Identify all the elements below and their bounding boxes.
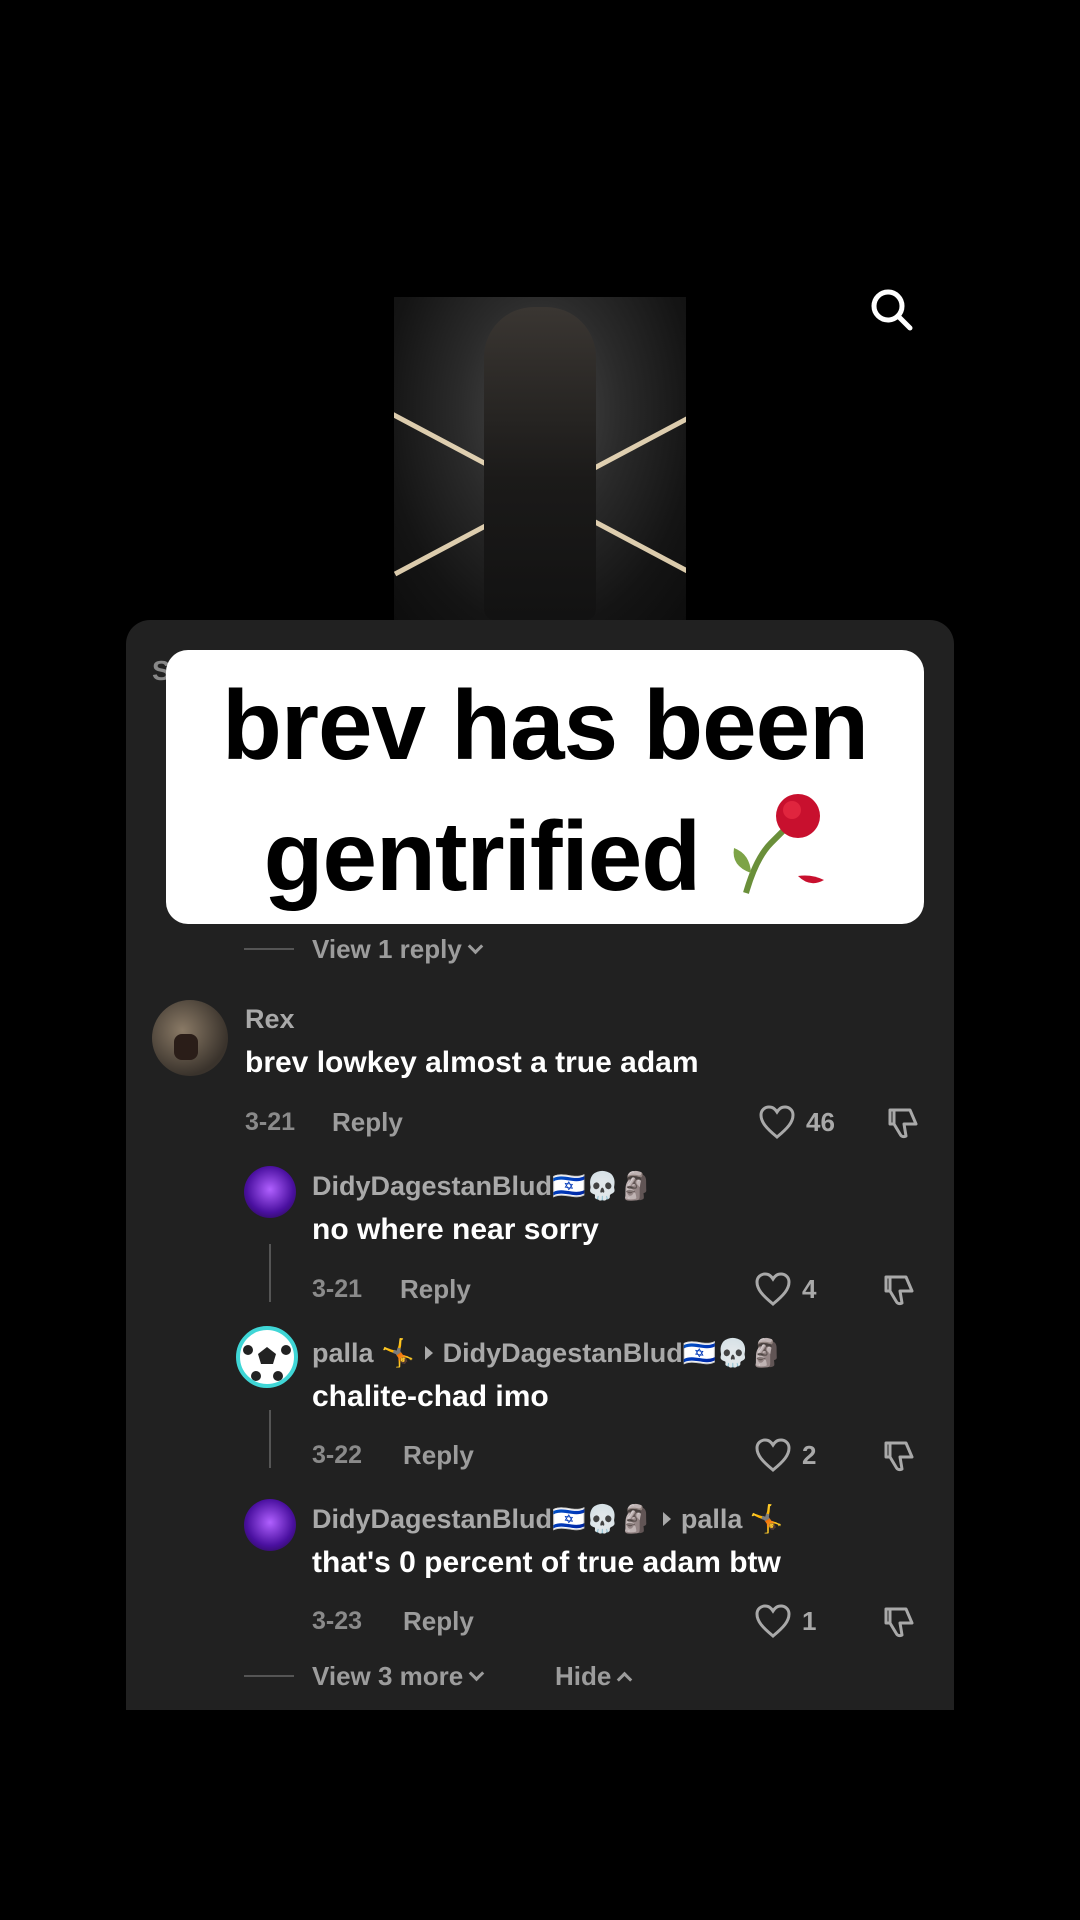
avatar[interactable] bbox=[244, 1166, 296, 1218]
video-thumbnail[interactable] bbox=[394, 297, 686, 620]
like-count: 4 bbox=[802, 1273, 817, 1304]
dislike-icon[interactable] bbox=[880, 1271, 918, 1309]
like-button[interactable]: 2 bbox=[754, 1437, 816, 1473]
comment-username[interactable]: Rex bbox=[245, 1004, 295, 1035]
hide-label: Hide bbox=[555, 1661, 612, 1691]
like-count: 2 bbox=[802, 1439, 817, 1470]
like-count: 1 bbox=[802, 1605, 817, 1636]
reply-button[interactable]: Reply bbox=[400, 1274, 471, 1305]
thread-line bbox=[269, 1410, 271, 1468]
wilted-rose-icon bbox=[733, 794, 825, 894]
avatar-figure bbox=[174, 1034, 198, 1060]
thread-line bbox=[269, 1244, 271, 1302]
reply-username[interactable]: DidyDagestanBlud🇮🇱💀🗿 bbox=[312, 1504, 653, 1534]
reply-arrow-icon bbox=[662, 1512, 671, 1526]
search-icon[interactable] bbox=[868, 286, 916, 334]
divider bbox=[244, 1675, 294, 1677]
reply-date: 3-22 bbox=[312, 1441, 363, 1469]
soccer-ball-icon bbox=[243, 1333, 291, 1381]
reply-header: palla 🤸 DidyDagestanBlud🇮🇱💀🗿 bbox=[312, 1337, 784, 1369]
like-button[interactable]: 4 bbox=[754, 1271, 816, 1307]
heart-icon bbox=[755, 1272, 791, 1306]
like-button[interactable]: 1 bbox=[754, 1603, 816, 1639]
heart-icon bbox=[755, 1604, 791, 1638]
chevron-up-icon bbox=[617, 1671, 633, 1688]
reply-button[interactable]: Reply bbox=[332, 1107, 403, 1138]
view-more-label: View 3 more bbox=[312, 1661, 464, 1691]
reply-date: 3-23 bbox=[312, 1607, 363, 1635]
reply-text: that's 0 percent of true adam btw bbox=[312, 1546, 781, 1579]
dislike-icon[interactable] bbox=[884, 1104, 922, 1142]
dislike-icon[interactable] bbox=[880, 1603, 918, 1641]
caption-overlay: brev has been gentrified bbox=[166, 650, 924, 924]
comment-date: 3-21 bbox=[245, 1108, 296, 1136]
reply-date: 3-21 bbox=[312, 1275, 363, 1303]
chevron-down-icon bbox=[468, 1665, 485, 1682]
person-figure bbox=[484, 307, 596, 620]
view-more-link[interactable]: View 3 more bbox=[312, 1661, 485, 1692]
reply-header: DidyDagestanBlud🇮🇱💀🗿 palla 🤸 bbox=[312, 1503, 784, 1535]
reply-to-username[interactable]: palla 🤸 bbox=[681, 1504, 784, 1534]
avatar[interactable] bbox=[236, 1326, 298, 1388]
divider bbox=[244, 948, 294, 950]
reply-button[interactable]: Reply bbox=[403, 1440, 474, 1471]
heart-icon bbox=[759, 1105, 795, 1139]
chevron-down-icon bbox=[467, 938, 484, 955]
reply-username[interactable]: palla 🤸 bbox=[312, 1338, 415, 1368]
reply-username[interactable]: DidyDagestanBlud🇮🇱💀🗿 bbox=[312, 1170, 653, 1202]
comment-text: brev lowkey almost a true adam bbox=[245, 1046, 699, 1079]
like-button[interactable]: 46 bbox=[758, 1104, 835, 1140]
avatar[interactable] bbox=[152, 1000, 228, 1076]
reply-button[interactable]: Reply bbox=[403, 1606, 474, 1637]
reply-to-username[interactable]: DidyDagestanBlud🇮🇱💀🗿 bbox=[443, 1338, 784, 1368]
reply-text: no where near sorry bbox=[312, 1213, 599, 1246]
hide-link[interactable]: Hide bbox=[555, 1661, 633, 1692]
avatar[interactable] bbox=[244, 1499, 296, 1551]
heart-icon bbox=[755, 1438, 791, 1472]
view-replies-link[interactable]: View 1 reply bbox=[312, 934, 484, 965]
reply-arrow-icon bbox=[424, 1346, 433, 1360]
view-replies-label: View 1 reply bbox=[312, 934, 462, 964]
dislike-icon[interactable] bbox=[880, 1437, 918, 1475]
like-count: 46 bbox=[806, 1106, 835, 1137]
reply-text: chalite-chad imo bbox=[312, 1380, 549, 1413]
